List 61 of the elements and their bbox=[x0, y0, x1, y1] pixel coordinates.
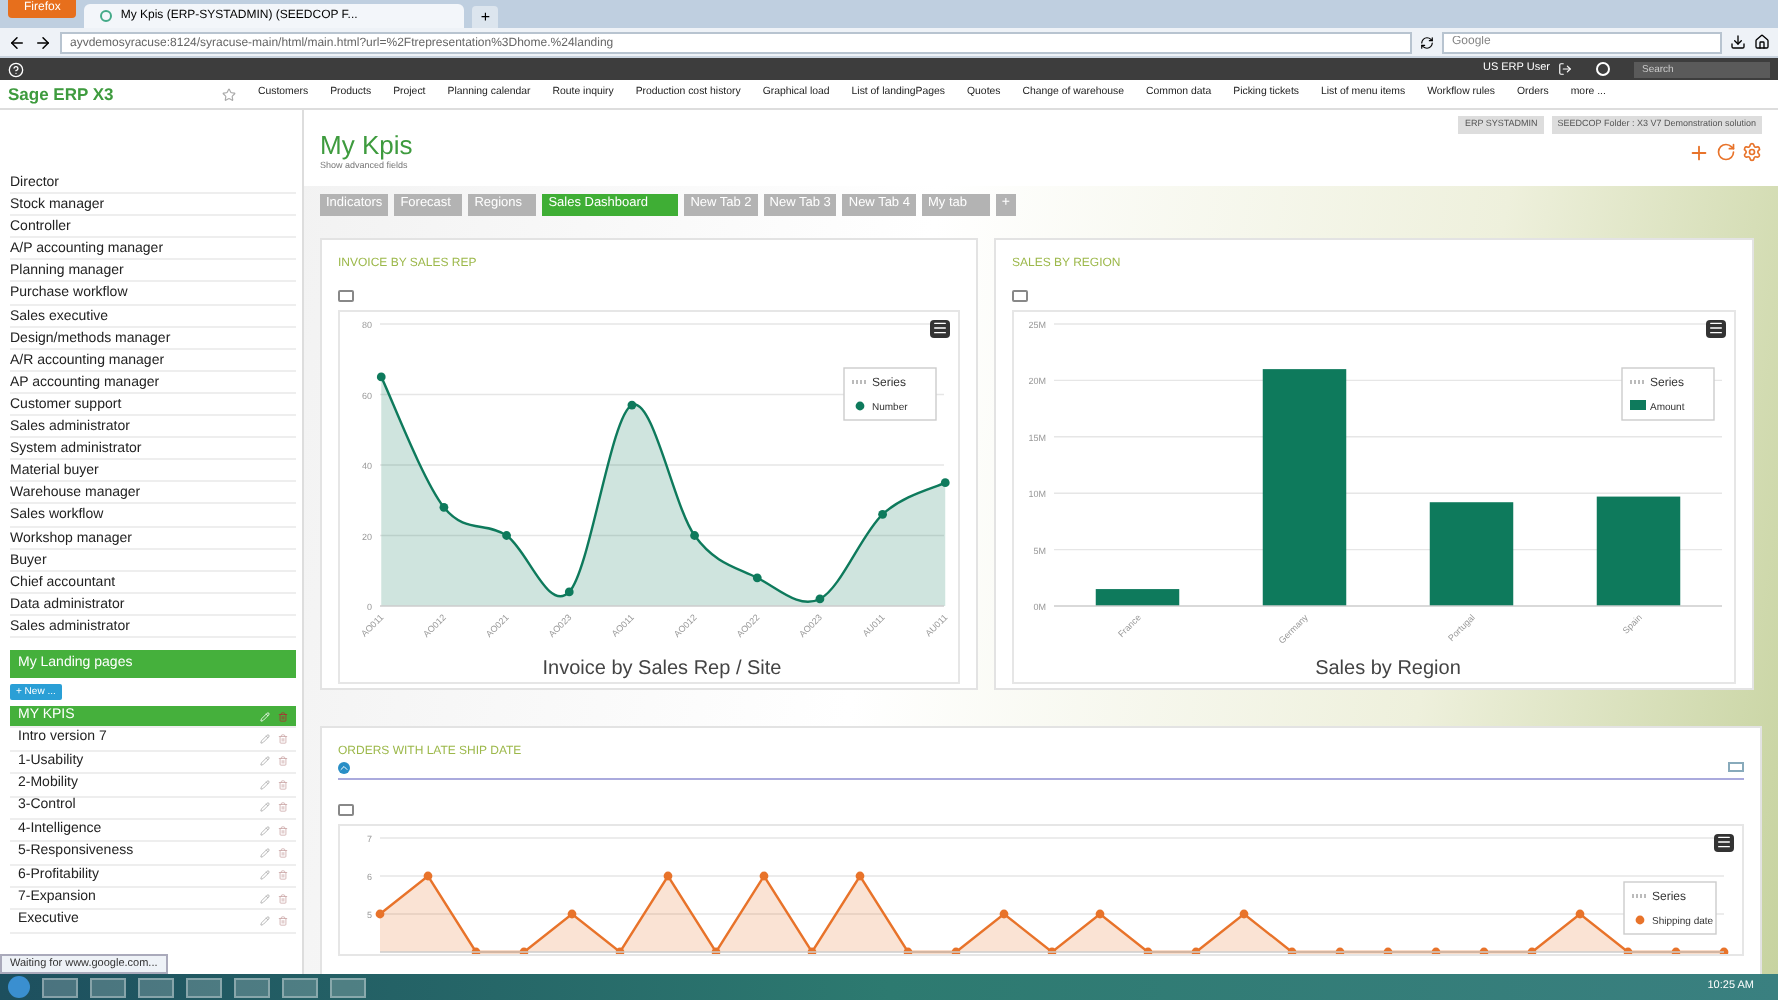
menu-icon[interactable] bbox=[1714, 833, 1734, 852]
refresh-icon[interactable] bbox=[1716, 141, 1736, 162]
delete-icon[interactable] bbox=[278, 779, 288, 790]
edit-icon[interactable] bbox=[260, 916, 270, 927]
delete-icon[interactable] bbox=[278, 802, 288, 813]
point bbox=[690, 530, 699, 540]
add-icon[interactable] bbox=[1688, 141, 1710, 164]
edit-icon[interactable] bbox=[260, 825, 270, 836]
edit-icon[interactable] bbox=[260, 734, 270, 745]
point bbox=[564, 587, 574, 596]
point bbox=[376, 371, 386, 381]
taskbar-app-icon[interactable] bbox=[42, 977, 78, 997]
delete-icon[interactable] bbox=[278, 848, 288, 858]
edit-icon[interactable] bbox=[260, 802, 270, 813]
edit-icon[interactable] bbox=[260, 779, 270, 790]
point bbox=[439, 502, 449, 512]
chart-legend bbox=[843, 366, 937, 421]
delete-icon[interactable] bbox=[278, 893, 288, 904]
download-icon[interactable] bbox=[1730, 34, 1746, 50]
point bbox=[940, 477, 950, 487]
window-icon[interactable] bbox=[1728, 761, 1744, 772]
edit-icon[interactable] bbox=[260, 848, 270, 858]
delete-icon[interactable] bbox=[278, 825, 288, 836]
edit-icon[interactable] bbox=[260, 893, 270, 904]
point bbox=[502, 530, 511, 540]
app-logo: Sage ERP X3 bbox=[8, 81, 116, 107]
settings-icon[interactable] bbox=[1742, 141, 1762, 162]
delete-icon[interactable] bbox=[278, 711, 288, 722]
chart-legend bbox=[1621, 366, 1715, 421]
point bbox=[878, 509, 887, 519]
chart-title: Sales by Region bbox=[1315, 657, 1461, 680]
new-tab-button[interactable]: + bbox=[472, 6, 499, 28]
taskbar-app-icon[interactable] bbox=[330, 977, 366, 997]
start-icon[interactable] bbox=[8, 976, 30, 998]
back-icon[interactable] bbox=[8, 33, 26, 51]
delete-icon[interactable] bbox=[278, 916, 288, 927]
menu-icon[interactable] bbox=[1706, 319, 1726, 338]
logout-icon[interactable] bbox=[1558, 62, 1572, 76]
taskbar-app-icon[interactable] bbox=[186, 977, 222, 997]
taskbar-app-icon[interactable] bbox=[90, 977, 126, 997]
forward-icon[interactable] bbox=[34, 33, 52, 51]
edit-icon[interactable] bbox=[260, 870, 270, 881]
point bbox=[815, 594, 825, 603]
taskbar-app-icon[interactable] bbox=[138, 977, 174, 997]
point bbox=[627, 400, 637, 409]
point bbox=[752, 572, 762, 582]
chart-legend bbox=[1623, 880, 1717, 935]
delete-icon[interactable] bbox=[278, 756, 288, 767]
taskbar-app-icon[interactable] bbox=[282, 977, 318, 997]
reload-icon[interactable] bbox=[1420, 35, 1434, 49]
menu-icon[interactable] bbox=[930, 319, 950, 338]
delete-icon[interactable] bbox=[278, 870, 288, 881]
page-title: My Kpis bbox=[320, 132, 413, 160]
chart-title: Invoice by Sales Rep / Site bbox=[542, 657, 782, 680]
home-icon[interactable] bbox=[1754, 34, 1770, 50]
edit-icon[interactable] bbox=[260, 756, 270, 767]
collapse-icon[interactable] bbox=[338, 761, 350, 774]
delete-icon[interactable] bbox=[278, 734, 288, 745]
help-icon[interactable] bbox=[8, 61, 24, 77]
taskbar-app-icon[interactable] bbox=[234, 977, 270, 997]
favorite-icon[interactable] bbox=[222, 87, 236, 101]
